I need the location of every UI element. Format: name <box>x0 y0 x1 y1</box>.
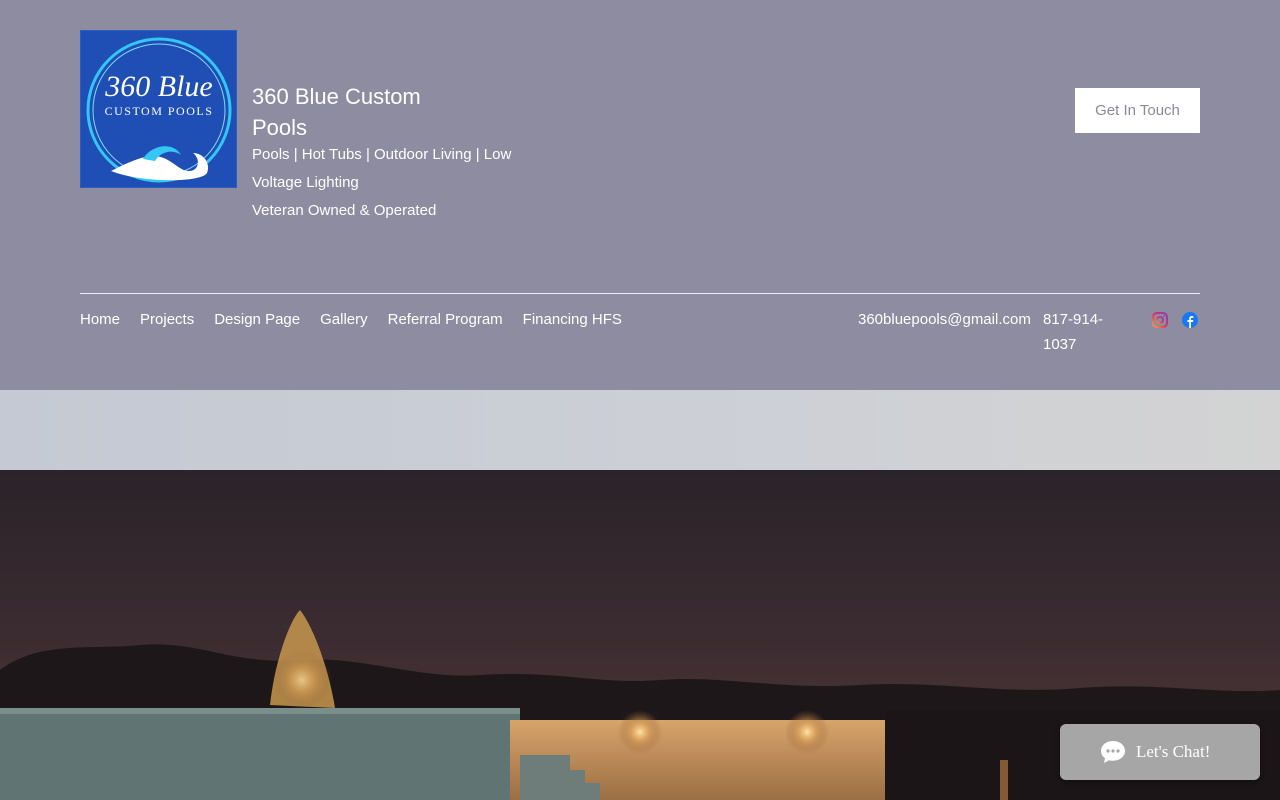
instagram-icon[interactable] <box>1151 311 1169 329</box>
nav-item-home[interactable]: Home <box>80 310 120 330</box>
logo[interactable]: 360 Blue CUSTOM POOLS <box>80 30 237 188</box>
chat-bubble-icon <box>1100 740 1126 769</box>
get-in-touch-button[interactable]: Get In Touch <box>1075 88 1200 133</box>
site-subtagline: Veteran Owned & Operated <box>252 202 437 219</box>
site-header: 360 Blue CUSTOM POOLS 360 Blue Custom Po… <box>0 0 1280 390</box>
header-divider <box>80 293 1200 294</box>
logo-text-main: 360 Blue <box>104 70 212 103</box>
header-band <box>0 390 1280 470</box>
nav-item-gallery[interactable]: Gallery <box>320 310 368 330</box>
site-tagline: Pools | Hot Tubs | Outdoor Living | Low … <box>252 146 512 191</box>
site-title[interactable]: 360 Blue Custom Pools <box>252 81 452 143</box>
nav-item-design-page[interactable]: Design Page <box>214 310 300 330</box>
chat-widget[interactable]: Let's Chat! <box>1060 724 1260 780</box>
email-link[interactable]: 360bluepools@gmail.com <box>858 310 1031 330</box>
nav-item-projects[interactable]: Projects <box>140 310 194 330</box>
nav-item-referral-program[interactable]: Referral Program <box>388 310 503 330</box>
phone-number: 817-914-1037 <box>1043 311 1104 353</box>
main-nav: Home Projects Design Page Gallery Referr… <box>80 310 642 330</box>
chat-label: Let's Chat! <box>1136 742 1211 761</box>
logo-text-sub: CUSTOM POOLS <box>105 104 214 118</box>
nav-item-financing-hfs[interactable]: Financing HFS <box>523 310 622 330</box>
facebook-icon[interactable] <box>1181 311 1199 329</box>
